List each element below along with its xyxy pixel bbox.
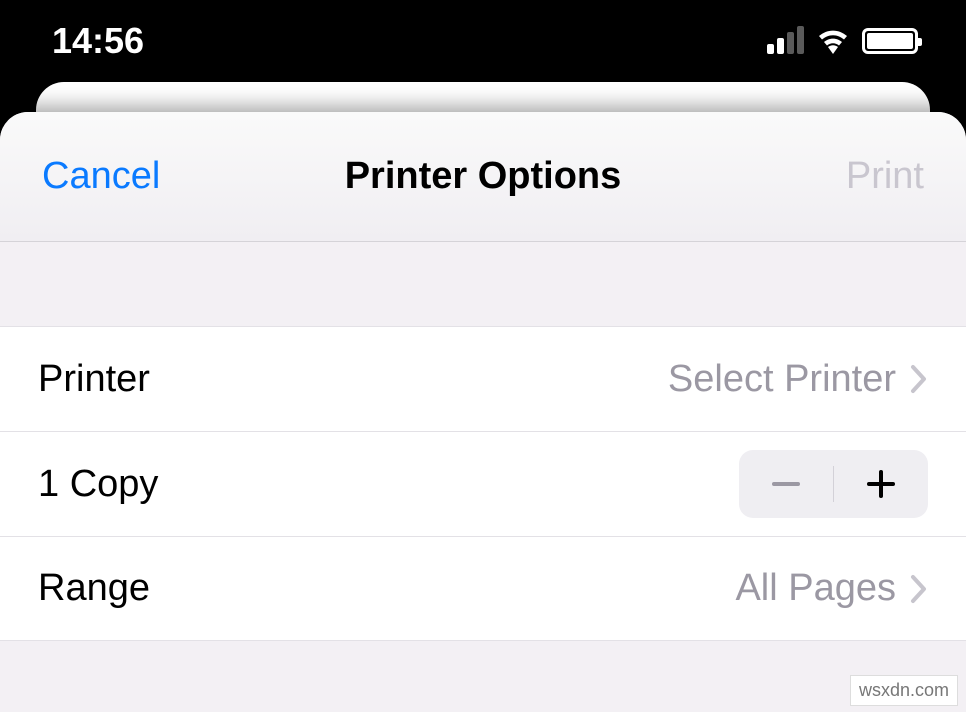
range-label: Range (38, 567, 150, 610)
range-row[interactable]: Range All Pages (0, 536, 966, 641)
cancel-button[interactable]: Cancel (42, 155, 160, 198)
battery-icon (862, 28, 918, 54)
printer-value: Select Printer (668, 358, 896, 401)
printer-options-sheet: Cancel Printer Options Print Printer Sel… (0, 112, 966, 712)
copies-row: 1 Copy (0, 431, 966, 536)
status-time: 14:56 (52, 20, 144, 62)
cellular-signal-icon (767, 28, 804, 54)
status-icons (767, 28, 918, 54)
wifi-icon (816, 28, 850, 54)
stepper-minus-button[interactable] (739, 450, 833, 518)
stepper-plus-button[interactable] (834, 450, 928, 518)
watermark: wsxdn.com (850, 675, 958, 706)
settings-list: Printer Select Printer 1 Copy (0, 326, 966, 641)
print-button: Print (846, 155, 924, 198)
printer-label: Printer (38, 358, 150, 401)
nav-bar: Cancel Printer Options Print (0, 112, 966, 242)
copies-stepper (739, 450, 928, 518)
chevron-right-icon (910, 364, 928, 394)
chevron-right-icon (910, 574, 928, 604)
status-bar: 14:56 (0, 0, 966, 82)
copies-label: 1 Copy (38, 463, 158, 506)
printer-row[interactable]: Printer Select Printer (0, 326, 966, 431)
range-value: All Pages (735, 567, 896, 610)
